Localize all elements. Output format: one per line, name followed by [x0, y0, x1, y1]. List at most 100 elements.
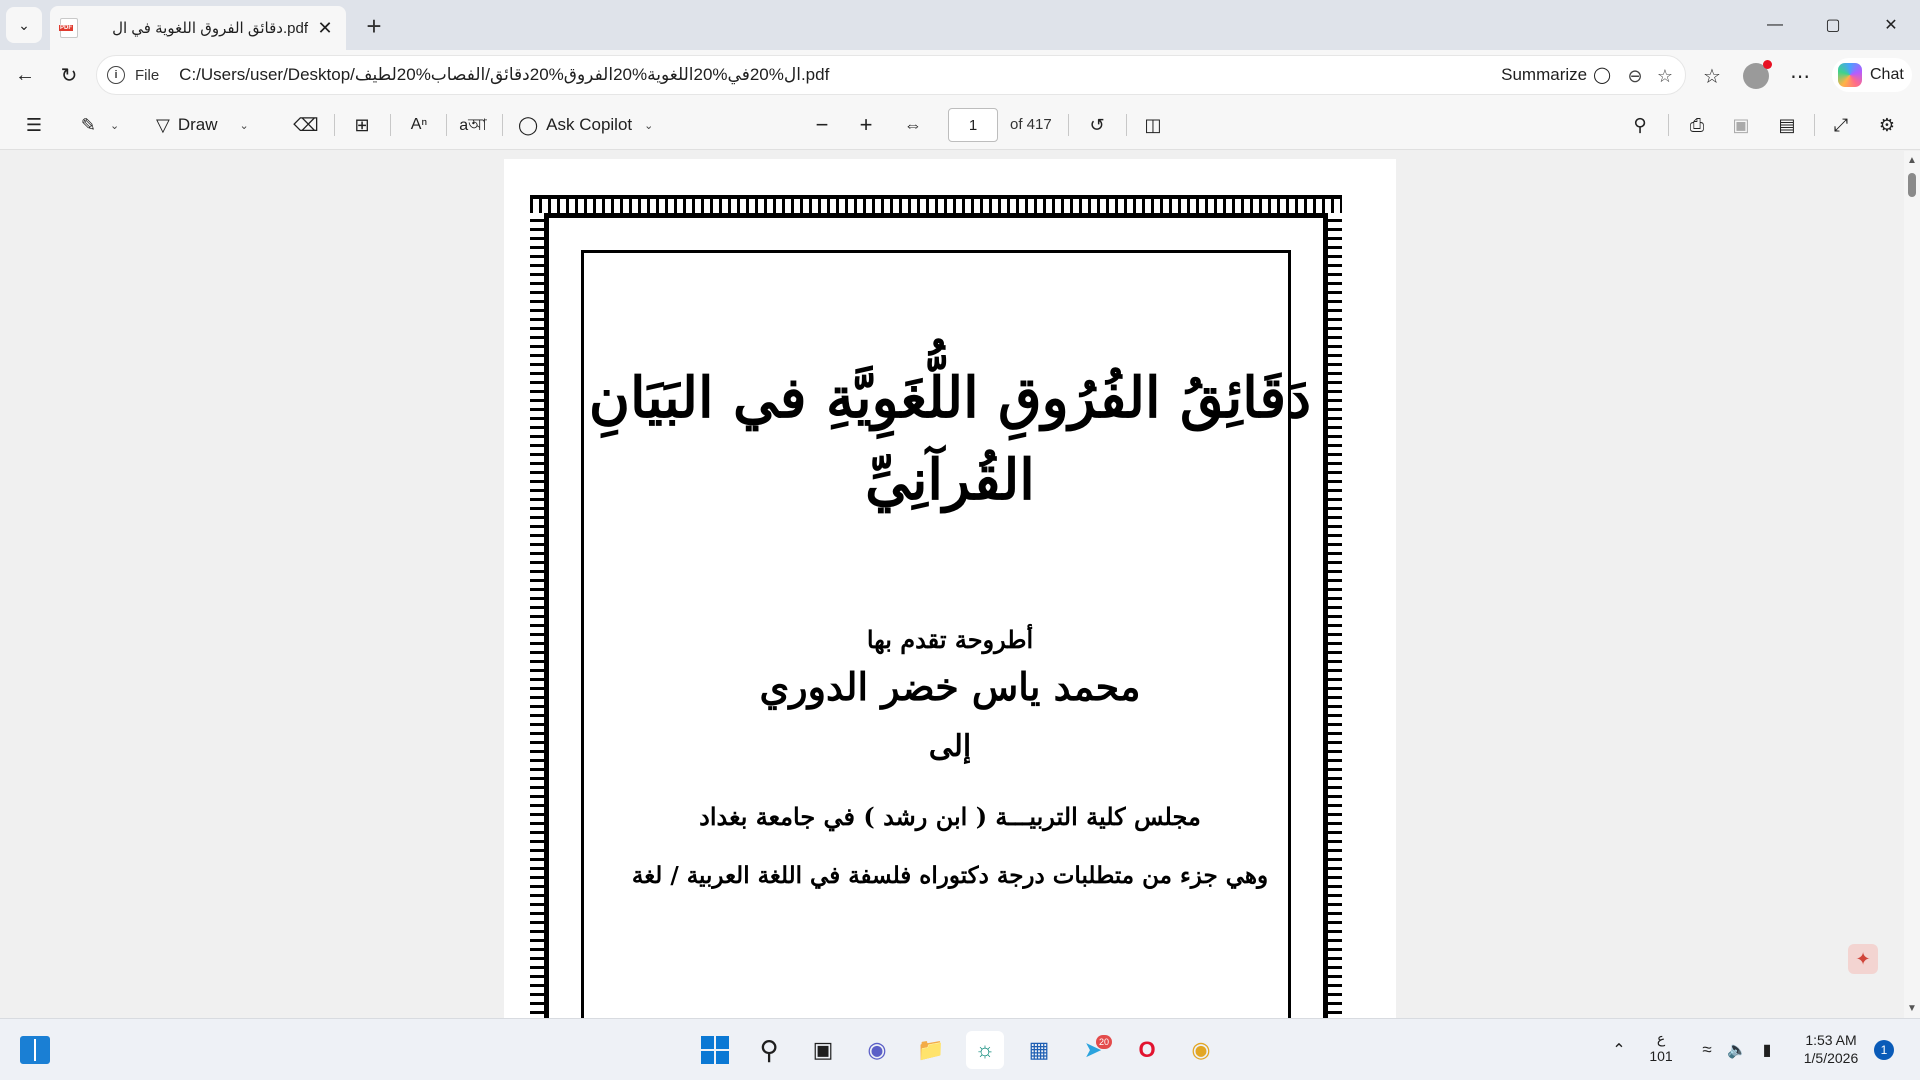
refresh-button[interactable]: ↻ [52, 58, 86, 92]
favorites-icon[interactable]: ☆ [1698, 62, 1726, 90]
copilot-summarize-icon: ◯ [1593, 67, 1611, 84]
profile-button[interactable] [1742, 60, 1772, 90]
tab-close-button[interactable]: ✕ [314, 18, 336, 39]
toolbar-divider [1126, 114, 1127, 136]
url-text[interactable]: C:/Users/user/Desktop/ال%20في%20اللغوية%… [179, 65, 829, 85]
page-count: of 417 [1010, 116, 1052, 133]
tab-strip: ⌄ دقائق الفروق اللغوية في ال.pdf ✕ + — ▢… [0, 0, 1920, 50]
back-button[interactable]: ← [8, 58, 42, 92]
language-indicator[interactable]: ع 101 [1646, 1029, 1676, 1065]
zoom-out-icon[interactable]: ⊖ [1623, 65, 1647, 87]
edge-icon[interactable]: ☼ [966, 1031, 1004, 1069]
ask-copilot-button[interactable]: ◯ Ask Copilot ⌄ [518, 110, 668, 140]
pdf-page: دَقَائِقُ الفُرُوقِ اللُّغَوِيَّةِ في ال… [504, 159, 1396, 1018]
arrow-left-icon: ← [15, 63, 35, 86]
time: 1:53 AM [1805, 1032, 1857, 1048]
document-title: دَقَائِقُ الفُرُوقِ اللُّغَوِيَّةِ في ال… [588, 365, 1312, 513]
file-explorer-icon[interactable]: 📁 [912, 1031, 950, 1069]
battery-icon[interactable]: ▮ [1748, 1031, 1786, 1069]
highlighter-icon: ✎ [80, 114, 96, 135]
summarize-button[interactable]: Summarize ◯ [1501, 65, 1611, 85]
start-button[interactable] [696, 1031, 734, 1069]
more-menu-icon[interactable]: ⋯ [1786, 62, 1814, 90]
telegram-icon[interactable]: ➤ 20 [1074, 1031, 1112, 1069]
pdf-viewer[interactable]: دَقَائِقُ الفُرُوقِ اللُّغَوِيَّةِ في ال… [0, 151, 1904, 1018]
fullscreen-icon[interactable]: ⤢ [1826, 110, 1856, 140]
close-window-button[interactable]: ✕ [1862, 0, 1920, 50]
scroll-up-icon[interactable]: ▲ [1907, 155, 1917, 166]
ask-copilot-label: Ask Copilot [546, 115, 633, 134]
store-icon[interactable]: ▦ [1020, 1031, 1058, 1069]
opera-icon[interactable]: O [1128, 1031, 1166, 1069]
maximize-button[interactable]: ▢ [1804, 0, 1862, 50]
contents-list-icon[interactable]: ☰ [20, 110, 48, 140]
clock[interactable]: 1:53 AM 1/5/2026 [1796, 1031, 1866, 1067]
decorative-border-mid [544, 213, 1328, 1018]
chrome-icon[interactable]: ◉ [1182, 1031, 1220, 1069]
widgets-icon[interactable] [20, 1036, 50, 1064]
chat-label: Chat [1870, 66, 1904, 83]
search-icon[interactable]: ⚲ [1626, 110, 1654, 140]
telegram-badge: 20 [1095, 1035, 1112, 1049]
vertical-scrollbar[interactable]: ▲ ▼ [1904, 151, 1920, 1018]
settings-gear-icon[interactable]: ⚙ [1872, 110, 1902, 140]
scroll-thumb[interactable] [1908, 173, 1916, 197]
pdf-toolbar: ☰ ✎ ⌄ ▽ Draw ⌄ ⌫ ⊞ Aⁿ aআ ◯ Ask Copilot ⌄… [0, 100, 1920, 150]
language-code: 101 [1649, 1048, 1673, 1064]
eraser-icon[interactable]: ⌫ [292, 110, 320, 140]
scroll-down-icon[interactable]: ▼ [1907, 1003, 1917, 1014]
acrobat-icon[interactable]: ✦ [1848, 944, 1878, 974]
save-icon[interactable]: ▣ [1726, 110, 1756, 140]
new-tab-button[interactable]: + [358, 10, 390, 42]
chevron-down-icon: ⌄ [109, 119, 120, 132]
add-text-icon[interactable]: ⊞ [348, 110, 376, 140]
notification-badge[interactable]: 1 [1874, 1040, 1894, 1060]
page-view-icon[interactable]: ◫ [1138, 110, 1168, 140]
to-line: إلى [928, 729, 972, 764]
print-icon[interactable]: ⎙ [1682, 110, 1712, 140]
favorite-star-icon[interactable]: ☆ [1653, 65, 1677, 87]
zoom-in-button[interactable]: + [852, 110, 880, 140]
tab-active[interactable]: دقائق الفروق اللغوية في ال.pdf ✕ [50, 6, 346, 50]
toolbar-divider [1814, 114, 1815, 136]
tray-overflow-icon[interactable]: ⌃ [1600, 1031, 1638, 1069]
refresh-icon: ↻ [60, 64, 78, 87]
page-number-input[interactable]: 1 [948, 108, 998, 142]
toolbar-divider [1068, 114, 1069, 136]
toolbar-divider [390, 114, 391, 136]
tab-title: دقائق الفروق اللغوية في ال.pdf [112, 20, 308, 37]
info-icon[interactable]: i [107, 66, 125, 84]
url-scheme: File [135, 66, 160, 84]
read-aloud-icon[interactable]: Aⁿ [404, 110, 434, 140]
minimize-button[interactable]: — [1746, 0, 1804, 50]
toolbar-divider [502, 114, 503, 136]
address-bar[interactable]: i File C:/Users/user/Desktop/ال%20في%20ا… [96, 55, 1686, 95]
chevron-down-icon: ⌄ [239, 119, 249, 132]
fit-to-width-icon[interactable]: ⇔ [898, 110, 928, 140]
summarize-label: Summarize [1501, 65, 1588, 84]
taskbar: ⚲ ▣ ◉ 📁 ☼ ▦ ➤ 20 O ◉ ⌃ ع 101 ≈ 🔈 ▮ 1:53 … [0, 1018, 1920, 1080]
task-view-icon[interactable]: ▣ [804, 1031, 842, 1069]
decorative-border [530, 195, 1342, 1018]
chevron-down-icon: ⌄ [18, 16, 30, 33]
degree-line: وهي جزء من متطلبات درجة دكتوراه فلسفة في… [631, 862, 1269, 889]
draw-label: Draw [177, 115, 218, 134]
save-as-icon[interactable]: ▤ [1772, 110, 1802, 140]
windows-logo-icon [701, 1036, 729, 1064]
taskbar-search-icon[interactable]: ⚲ [750, 1031, 788, 1069]
rotate-icon[interactable]: ↺ [1082, 110, 1112, 140]
date: 1/5/2026 [1803, 1050, 1859, 1066]
author-name: محمد ياس خضر الدوري [759, 664, 1141, 709]
tab-actions-button[interactable]: ⌄ [6, 7, 42, 43]
language-label: ع [1656, 1030, 1666, 1046]
highlight-button[interactable]: ✎ ⌄ [74, 110, 126, 140]
teams-icon[interactable]: ◉ [858, 1031, 896, 1069]
zoom-out-button[interactable]: − [808, 110, 836, 140]
translate-icon[interactable]: aআ [458, 110, 488, 140]
copilot-chat-button[interactable]: Chat [1832, 58, 1912, 92]
thesis-intro: أطروحة تقدم بها [866, 625, 1034, 654]
toolbar-divider [1668, 114, 1669, 136]
council-line: مجلس كلية التربيـــة ( ابن رشد ) في جامع… [699, 802, 1201, 831]
draw-button[interactable]: ▽ Draw ⌄ [156, 110, 268, 140]
toolbar-divider [334, 114, 335, 136]
